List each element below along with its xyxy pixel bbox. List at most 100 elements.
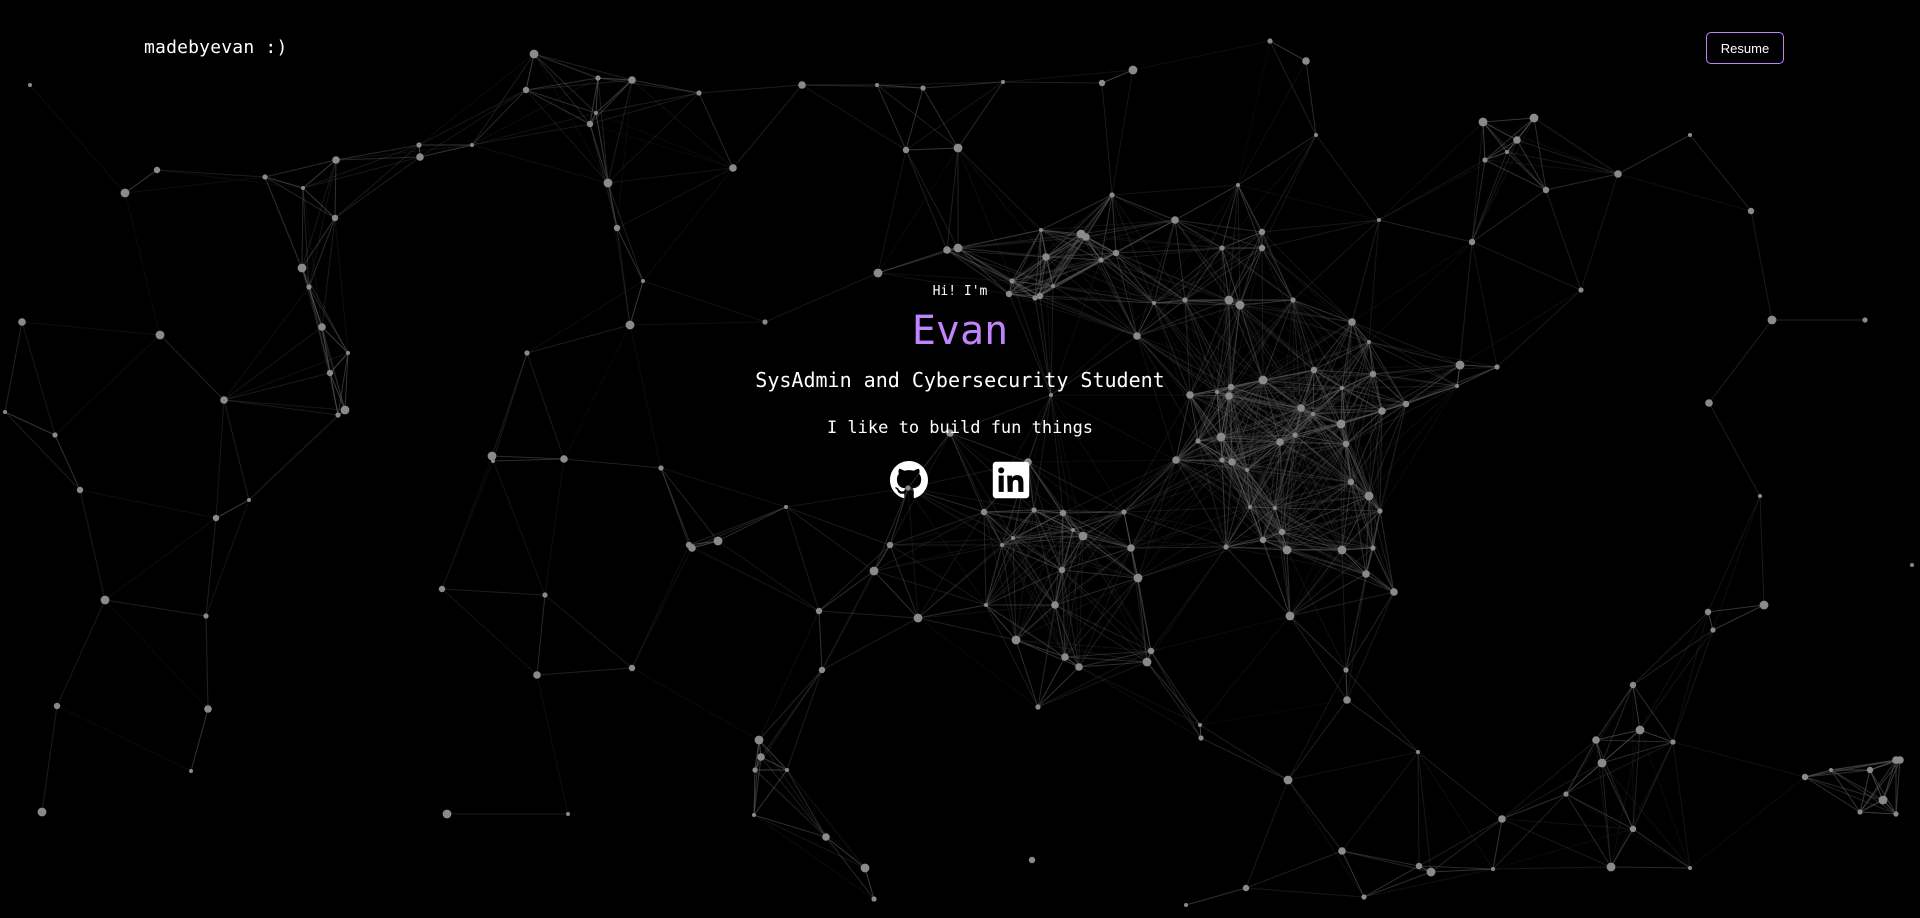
particle-link — [595, 92, 700, 114]
particle-link — [1378, 219, 1473, 243]
particle-link — [79, 489, 106, 601]
particle-dot — [332, 156, 340, 164]
particle-link — [1237, 40, 1271, 186]
particle-dot — [1028, 856, 1036, 864]
particle-link — [1132, 40, 1271, 71]
particle-link — [1245, 779, 1289, 889]
particle-link — [334, 159, 337, 219]
particle-dot — [1704, 608, 1712, 616]
particle-link — [1174, 219, 1263, 233]
particle-link — [1037, 661, 1148, 708]
particle-dot — [594, 111, 598, 115]
hero-name: Evan — [911, 308, 1009, 354]
particle-dot — [542, 592, 548, 598]
particle-link — [1101, 82, 1113, 196]
particle-link — [1639, 611, 1709, 731]
particle-link — [1002, 81, 1103, 84]
particle-dot — [1273, 506, 1277, 510]
particle-dot — [1078, 531, 1088, 541]
particle-link — [1632, 629, 1714, 686]
particle-dot — [1390, 588, 1398, 596]
particle-link — [1418, 818, 1503, 867]
particle-link — [758, 669, 823, 741]
particle-dot — [1219, 245, 1225, 251]
particle-link — [818, 610, 919, 619]
particle-link — [1150, 650, 1202, 739]
particle-dot — [1415, 862, 1423, 870]
particle-dot — [1302, 57, 1310, 65]
particle-link — [732, 84, 803, 169]
particle-dot — [586, 120, 594, 128]
particle-dot — [754, 735, 764, 745]
particle-dot — [1759, 600, 1769, 610]
particle-dot — [696, 90, 702, 96]
particle-dot — [1314, 133, 1318, 137]
particle-dot — [1121, 509, 1127, 515]
particle-link — [1150, 650, 1201, 726]
particle-dot — [1635, 725, 1645, 735]
particle-link — [1707, 495, 1761, 613]
particle-dot — [1597, 758, 1607, 768]
particle-link — [1482, 117, 1535, 123]
particle-link — [876, 84, 959, 149]
particle-link — [1830, 769, 1861, 813]
particle-link — [441, 588, 538, 676]
particle-dot — [1000, 543, 1004, 547]
particle-dot — [1377, 218, 1381, 222]
particle-dot — [37, 807, 47, 817]
particle-dot — [1747, 207, 1755, 215]
particle-link — [1830, 769, 1884, 801]
github-link[interactable] — [890, 461, 928, 499]
particle-link — [302, 144, 420, 189]
particle-dot — [438, 585, 446, 593]
particle-link — [1565, 793, 1691, 869]
particle-dot — [1513, 136, 1521, 144]
resume-button[interactable]: Resume — [1706, 32, 1784, 64]
particle-link — [1639, 729, 1674, 743]
particle-link — [1363, 865, 1420, 898]
particle-dot — [1259, 536, 1267, 544]
particle-link — [1345, 669, 1348, 701]
particle-link — [616, 79, 633, 229]
particle-link — [1261, 219, 1380, 233]
particle-link — [441, 588, 546, 596]
particle-link — [215, 499, 250, 519]
particle-dot — [886, 541, 894, 549]
particle-link — [1200, 737, 1289, 781]
particle-dot — [301, 186, 305, 190]
particle-link — [544, 594, 633, 669]
particle-dot — [875, 83, 879, 87]
particle-dot — [869, 566, 879, 576]
particle-link — [1011, 259, 1102, 282]
particle-dot — [752, 813, 756, 817]
particle-dot — [1031, 507, 1037, 513]
site-logo[interactable]: madebyevan :) — [144, 37, 287, 58]
particle-dot — [1688, 133, 1692, 137]
particle-link — [1237, 184, 1263, 249]
particle-dot — [1361, 894, 1367, 900]
particle-dot — [1071, 528, 1075, 532]
particle-dot — [1142, 657, 1152, 667]
particle-dot — [262, 174, 268, 180]
particle-link — [957, 147, 1013, 282]
particle-link — [873, 511, 985, 572]
particle-dot — [1278, 528, 1286, 536]
particle-dot — [1337, 545, 1347, 555]
particle-link — [698, 84, 803, 94]
particle-link — [864, 867, 875, 900]
particle-link — [754, 769, 866, 869]
particle-dot — [1198, 723, 1202, 727]
particle-dot — [1258, 228, 1266, 236]
particle-link — [1002, 69, 1134, 83]
linkedin-link[interactable] — [992, 461, 1030, 499]
particle-link — [760, 756, 827, 838]
particle-dot — [1542, 186, 1550, 194]
particle-link — [905, 149, 948, 251]
particle-link — [983, 511, 987, 606]
particle-link — [957, 147, 1047, 258]
particle-dot — [913, 613, 923, 623]
particle-link — [786, 669, 823, 771]
particle-link — [1601, 762, 1691, 869]
particle-link — [104, 517, 217, 601]
particle-dot — [1098, 79, 1106, 87]
